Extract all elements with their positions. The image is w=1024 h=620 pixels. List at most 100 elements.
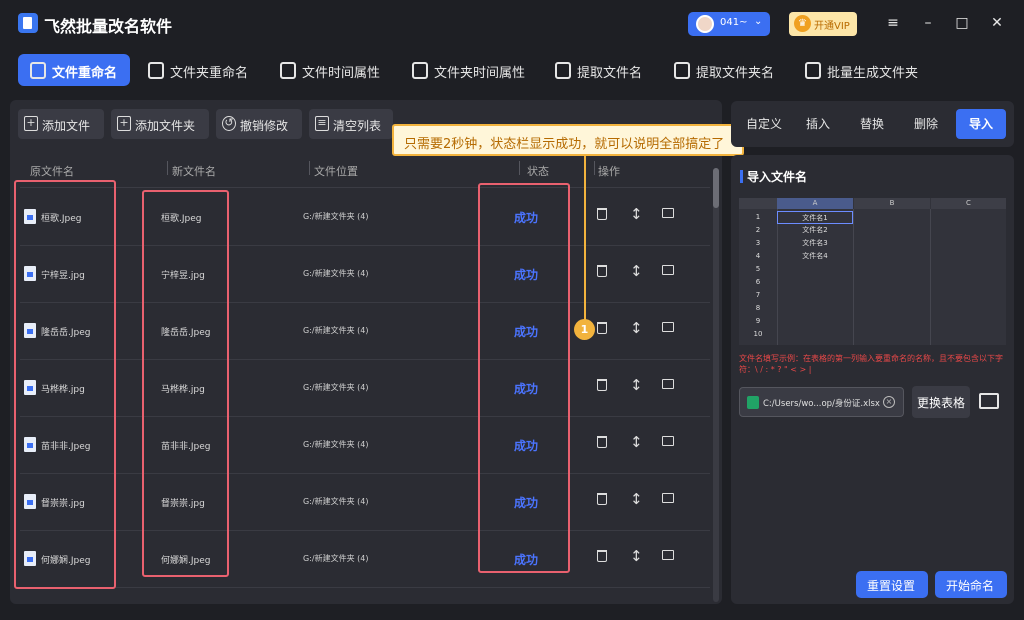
trash-icon[interactable] [597, 379, 607, 391]
sheet-corner [739, 198, 777, 209]
move-icon[interactable]: ↕ [630, 319, 643, 337]
button-label: 撤销修改 [240, 119, 289, 133]
tab-label: 提取文件夹名 [696, 66, 775, 81]
highlight-original-names [14, 180, 116, 589]
open-folder-icon[interactable] [979, 393, 999, 409]
maximize-icon[interactable]: □ [952, 13, 972, 33]
function-tabs: 文件重命名 文件夹重命名 文件时间属性 文件夹时间属性 提取文件名 提取文件夹名… [0, 50, 1024, 90]
minimize-icon[interactable]: – [918, 13, 938, 33]
tab-extract-filename[interactable]: 提取文件名 [543, 54, 655, 86]
open-folder-icon[interactable] [662, 379, 674, 389]
trash-icon[interactable] [597, 265, 607, 277]
add-folder-icon: + [117, 116, 131, 131]
move-icon[interactable]: ↕ [630, 547, 643, 565]
table-row[interactable]: 苗非非.Jpeg 苗非非.Jpeg G:/新建文件夹 (4) 成功 ↕ [20, 417, 710, 474]
user-account-button[interactable]: 041~ ⌄ [688, 12, 770, 36]
clear-file-icon[interactable]: × [883, 396, 895, 408]
tab-batch-create-folder[interactable]: 批量生成文件夹 [793, 54, 925, 86]
button-label: 更换表格 [917, 396, 966, 410]
sheet-column-header: B [854, 198, 930, 209]
tab-folder-time[interactable]: 文件夹时间属性 [400, 54, 538, 86]
callout-badge: 1 [574, 319, 595, 340]
tab-replace[interactable]: 替换 [860, 115, 884, 132]
column-header-actions: 操作 [598, 165, 620, 178]
sheet-row-number: 8 [755, 304, 761, 312]
tab-import[interactable]: 导入 [956, 109, 1006, 139]
add-folder-button[interactable]: + 添加文件夹 [111, 109, 209, 139]
highlight-new-names [142, 190, 229, 577]
table-row[interactable]: 宁梓昱.jpg 宁梓昱.jpg G:/新建文件夹 (4) 成功 ↕ [20, 246, 710, 303]
file-location: G:/新建文件夹 (4) [303, 554, 369, 563]
open-folder-icon[interactable] [662, 208, 674, 218]
spreadsheet-example: A B C 1 2 3 4 5 6 7 8 9 10 文件名1 文件名2 文件名… [739, 198, 1006, 345]
move-icon[interactable]: ↕ [630, 490, 643, 508]
tab-file-time[interactable]: 文件时间属性 [268, 54, 390, 86]
table-row[interactable]: 何娜娴.Jpeg 何娜娴.Jpeg G:/新建文件夹 (4) 成功 ↕ [20, 531, 710, 588]
file-location: G:/新建文件夹 (4) [303, 497, 369, 506]
move-icon[interactable]: ↕ [630, 262, 643, 280]
tab-label: 文件夹重命名 [170, 66, 249, 81]
undo-button[interactable]: ↺ 撤销修改 [216, 109, 302, 139]
trash-icon[interactable] [597, 322, 607, 334]
app-title: 飞然批量改名软件 [44, 17, 173, 36]
open-folder-icon[interactable] [662, 550, 674, 560]
clear-list-button[interactable]: ≡ 清空列表 [309, 109, 393, 139]
table-row[interactable]: 隆岳岳.Jpeg 隆岳岳.Jpeg G:/新建文件夹 (4) 成功 ↕ [20, 303, 710, 360]
scrollbar[interactable] [713, 168, 719, 602]
callout-line [584, 156, 586, 324]
column-header-location: 文件位置 [314, 165, 358, 178]
open-folder-icon[interactable] [662, 265, 674, 275]
start-rename-button[interactable]: 开始命名 [935, 571, 1007, 598]
add-file-button[interactable]: + 添加文件 [18, 109, 104, 139]
sheet-grid-line [930, 209, 931, 345]
scroll-thumb[interactable] [713, 168, 719, 208]
tab-delete[interactable]: 删除 [914, 115, 938, 132]
trash-icon[interactable] [597, 208, 607, 220]
tab-label: 文件夹时间属性 [434, 66, 526, 81]
extract-folder-icon [674, 62, 690, 79]
column-divider [594, 161, 595, 175]
open-folder-icon[interactable] [662, 322, 674, 332]
trash-icon[interactable] [597, 493, 607, 505]
open-folder-icon[interactable] [662, 493, 674, 503]
add-file-icon: + [24, 116, 38, 131]
clock-icon [280, 62, 296, 79]
vip-button[interactable]: ♛ 开通VIP [789, 12, 857, 36]
tab-custom[interactable]: 自定义 [746, 115, 782, 132]
sheet-cell: 文件名3 [802, 239, 828, 247]
tab-extract-foldername[interactable]: 提取文件夹名 [662, 54, 786, 86]
sheet-cell: 文件名2 [802, 226, 828, 234]
sheet-column-header: C [931, 198, 1006, 209]
table-row[interactable]: 马桦桦.jpg 马桦桦.jpg G:/新建文件夹 (4) 成功 ↕ [20, 360, 710, 417]
menu-icon[interactable]: ≡ [883, 13, 903, 33]
close-icon[interactable]: ✕ [987, 13, 1007, 33]
avatar [696, 15, 714, 33]
sheet-row-number: 9 [755, 317, 761, 325]
tab-file-rename[interactable]: 文件重命名 [18, 54, 130, 86]
tab-insert[interactable]: 插入 [806, 115, 830, 132]
tab-label: 批量生成文件夹 [827, 66, 919, 81]
move-icon[interactable]: ↕ [630, 433, 643, 451]
sheet-column-header: A [777, 198, 853, 209]
tab-label: 文件时间属性 [302, 66, 381, 81]
trash-icon[interactable] [597, 550, 607, 562]
reset-settings-button[interactable]: 重置设置 [856, 571, 928, 598]
open-folder-icon[interactable] [662, 436, 674, 446]
sheet-row-number: 1 [755, 213, 761, 221]
table-row[interactable]: 桓歌.Jpeg 桓歌.Jpeg G:/新建文件夹 (4) 成功 ↕ [20, 189, 710, 246]
tab-folder-rename[interactable]: 文件夹重命名 [136, 54, 258, 86]
format-hint: 文件名填写示例：在表格的第一列输入要重命名的名称，且不要包含以下字符：\ / :… [739, 354, 1003, 374]
sheet-row-number: 4 [755, 252, 761, 260]
replace-sheet-button[interactable]: 更换表格 [912, 386, 970, 418]
sheet-row-number: 7 [755, 291, 761, 299]
column-divider [167, 161, 168, 175]
move-icon[interactable]: ↕ [630, 205, 643, 223]
move-icon[interactable]: ↕ [630, 376, 643, 394]
user-name: 041~ [720, 17, 748, 28]
selected-file-field[interactable]: C:/Users/wo...op/身份证.xlsx × [739, 387, 904, 417]
highlight-status-column [478, 183, 570, 573]
chevron-down-icon: ⌄ [754, 16, 763, 27]
table-row[interactable]: 督崇崇.jpg 督崇崇.jpg G:/新建文件夹 (4) 成功 ↕ [20, 474, 710, 531]
button-label: 重置设置 [867, 579, 916, 593]
trash-icon[interactable] [597, 436, 607, 448]
